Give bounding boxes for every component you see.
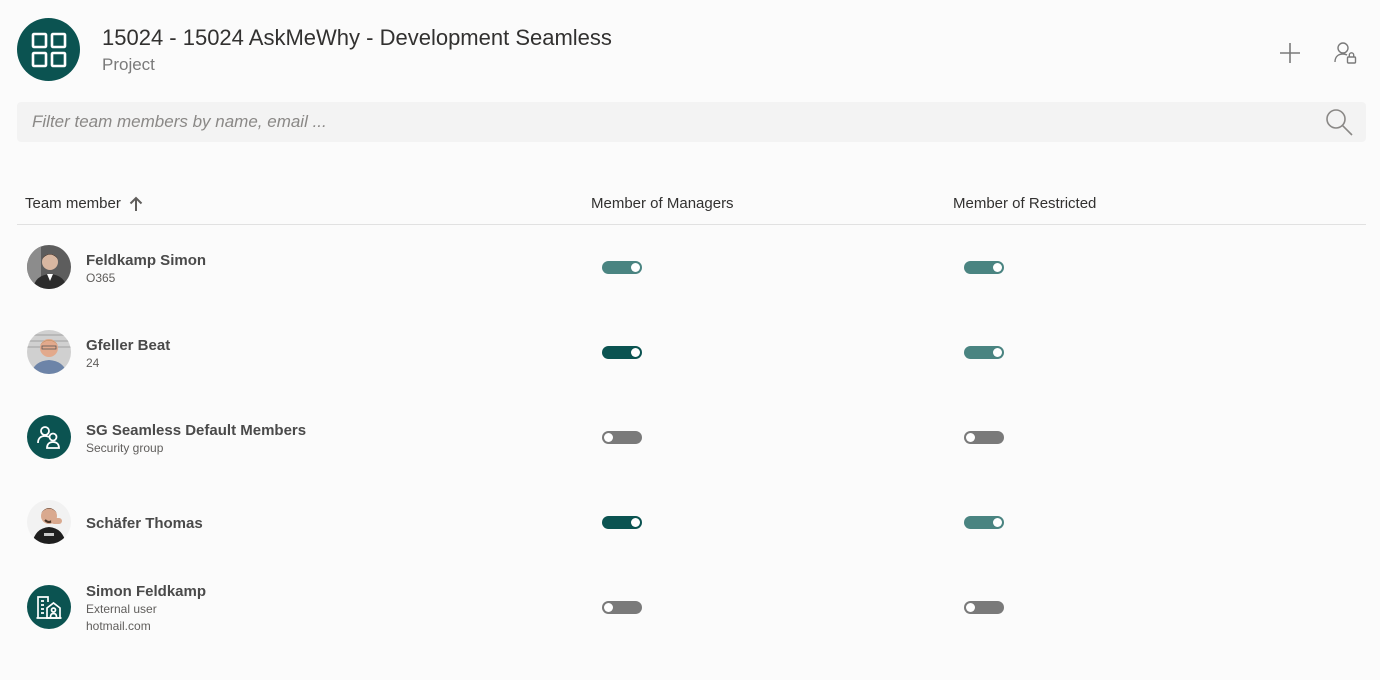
project-header: 15024 - 15024 AskMeWhy - Development Sea… — [17, 18, 1363, 81]
restricted-toggle[interactable] — [964, 516, 1004, 529]
member-info: Simon Feldkamp External user hotmail.com — [86, 583, 206, 635]
member-filter — [17, 102, 1366, 142]
table-row: Feldkamp Simon O365 — [17, 225, 1366, 310]
person-lock-icon — [1334, 42, 1357, 64]
search-input[interactable] — [17, 102, 1307, 142]
column-header-member[interactable]: Team member — [25, 195, 143, 212]
table-row: Schäfer Thomas — [17, 480, 1366, 565]
header-actions — [1275, 38, 1361, 68]
avatar — [27, 245, 71, 289]
table-row: Simon Feldkamp External user hotmail.com — [17, 565, 1366, 650]
member-source: Security group — [86, 441, 164, 455]
restricted-toggle[interactable] — [964, 431, 1004, 444]
member-list: Feldkamp Simon O365 Gfeller Beat 24 SG S… — [17, 225, 1366, 650]
member-info: SG Seamless Default Members Security gro… — [86, 422, 306, 457]
table-header: Team member Member of Managers Member of… — [17, 188, 1366, 225]
column-header-restricted: Member of Restricted — [953, 195, 1097, 212]
page-title: 15024 - 15024 AskMeWhy - Development Sea… — [102, 25, 612, 50]
column-header-label: Team member — [25, 195, 121, 212]
member-info: Schäfer Thomas — [86, 515, 203, 533]
people-group-icon — [37, 426, 60, 449]
managers-toggle[interactable] — [602, 346, 642, 359]
restricted-toggle[interactable] — [964, 601, 1004, 614]
page-subtitle: Project — [102, 55, 155, 74]
plus-icon — [1280, 43, 1300, 63]
managers-toggle[interactable] — [602, 261, 642, 274]
arrow-up-icon — [129, 196, 143, 211]
member-source: O365 — [86, 271, 116, 285]
search-icon[interactable] — [1324, 107, 1354, 137]
building-person-icon — [36, 596, 62, 619]
avatar — [27, 415, 71, 459]
column-header-managers: Member of Managers — [591, 195, 734, 212]
avatar — [27, 330, 71, 374]
member-domain: hotmail.com — [86, 619, 151, 633]
add-member-button[interactable] — [1275, 38, 1305, 68]
member-name: Gfeller Beat — [86, 337, 171, 354]
manage-permissions-button[interactable] — [1331, 38, 1361, 68]
table-row: Gfeller Beat 24 — [17, 310, 1366, 395]
member-name: Simon Feldkamp — [86, 583, 207, 600]
managers-toggle[interactable] — [602, 601, 642, 614]
managers-toggle[interactable] — [602, 431, 642, 444]
member-source: External user — [86, 602, 157, 616]
member-source: 24 — [86, 356, 100, 370]
member-info: Feldkamp Simon O365 — [86, 252, 206, 287]
member-name: SG Seamless Default Members — [86, 422, 307, 439]
restricted-toggle[interactable] — [964, 346, 1004, 359]
member-name: Schäfer Thomas — [86, 515, 203, 532]
title-block: 15024 - 15024 AskMeWhy - Development Sea… — [102, 24, 612, 76]
managers-toggle[interactable] — [602, 516, 642, 529]
team-members-page: 15024 - 15024 AskMeWhy - Development Sea… — [0, 0, 1380, 680]
grid-icon — [17, 18, 80, 81]
member-name: Feldkamp Simon — [86, 252, 207, 269]
avatar — [27, 585, 71, 629]
avatar — [27, 500, 71, 544]
member-info: Gfeller Beat 24 — [86, 337, 170, 372]
restricted-toggle[interactable] — [964, 261, 1004, 274]
table-row: SG Seamless Default Members Security gro… — [17, 395, 1366, 480]
